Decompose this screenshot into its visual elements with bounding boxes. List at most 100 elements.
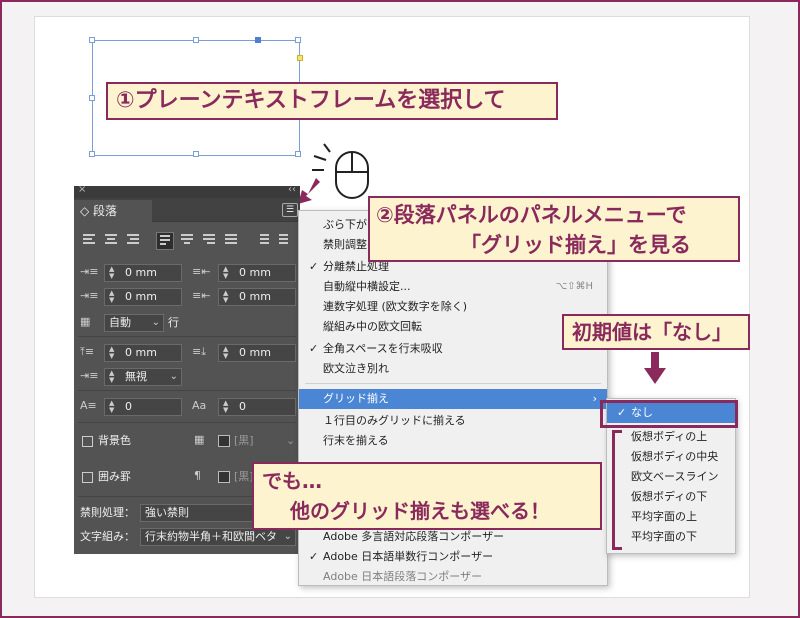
align-left-button[interactable] [80,232,98,250]
submenu-item[interactable]: 仮想ボディの上 [607,427,735,447]
space-before-icon: ⤒≡ [80,345,95,358]
menu-item[interactable]: Adobe 多言語対応段落コンポーザー [299,527,607,547]
align-away-spine-button[interactable] [276,232,294,250]
panel-titlebar[interactable]: × ‹‹ [74,184,300,198]
submenu-item[interactable]: 仮想ボディの中央 [607,447,735,467]
left-indent-icon: ⇥≡ [80,265,99,278]
color-swatch[interactable] [218,435,230,447]
submenu-item-label: 平均字面の下 [631,530,697,543]
menu-item-label: 全角スペースを行末吸収 [323,342,443,355]
justify-center-button[interactable] [178,232,196,250]
highlight-outline [600,400,738,428]
collapse-icon[interactable]: ‹‹ [288,184,296,195]
last-line-indent-icon: ≡⇤ [192,289,211,302]
chevron-down-icon[interactable]: ⌄ [286,434,295,448]
lines-unit-label: 行 [168,316,179,329]
submenu-item-label: 仮想ボディの上 [631,430,708,443]
callout-step2: ②段落パネルのパネルメニューで 「グリッド揃え」を見る [368,196,740,262]
select-value: 強い禁則 [145,506,189,519]
resize-handle[interactable] [89,37,95,43]
align-center-button[interactable] [102,232,120,250]
divider [78,336,296,337]
color-swatch[interactable] [218,471,230,483]
submenu-item[interactable]: 平均字面の下 [607,527,735,547]
menu-item[interactable]: 自動縦中横設定... ⌥⇧⌘H [299,277,607,297]
last-line-indent-field[interactable]: ▲ ▼ 0 mm [218,288,296,306]
justify-all-button[interactable] [222,232,240,250]
mojikumi-select[interactable]: 行末約物半角＋和欧間ベタ ⌄ [140,528,296,546]
align-right-button[interactable] [124,232,142,250]
justify-right-button[interactable] [200,232,218,250]
callout-step1: ①プレーンテキストフレームを選択して [106,82,558,120]
resize-handle[interactable] [295,37,301,43]
chevron-down-icon: ⌄ [283,531,292,542]
alignment-buttons [80,232,296,250]
menu-item[interactable]: ✓ Adobe 日本語単数行コンポーザー [299,547,607,567]
submenu-item-label: 欧文ベースライン [631,470,719,483]
field-value: 0 mm [125,266,157,279]
lines-select[interactable]: 自動 ⌄ [104,314,164,332]
resize-handle[interactable] [255,37,261,43]
callout-note: でも… 他のグリッド揃えも選べる！ [252,462,602,530]
callout-default: 初期値は「なし」 [562,314,750,350]
grid-lines-icon: ▦ [80,315,91,328]
border-settings-icon[interactable]: ¶ [194,468,212,484]
submenu-item[interactable]: 欧文ベースライン [607,467,735,487]
chevron-down-icon: ⌄ [151,317,160,328]
chevron-right-icon: › [592,392,597,405]
frame-border-checkbox[interactable] [82,472,93,483]
menu-item-label: Adobe 日本語単数行コンポーザー [323,550,494,563]
select-value: 行末約物半角＋和欧間ベタ [145,530,277,543]
menu-item[interactable]: 欧文泣き別れ [299,359,607,379]
menu-item[interactable]: Adobe 日本語段落コンポーザー [299,567,607,587]
kinsoku-label: 禁則処理： [80,506,135,519]
callout-text: 初期値は「なし」 [572,320,732,344]
menu-item-label: 自動縦中横設定... [323,280,411,293]
menu-item-label: Adobe 日本語段落コンポーザー [323,570,483,583]
menu-item-grid-alignment[interactable]: グリッド揃え › [299,389,607,409]
resize-handle[interactable] [89,151,95,157]
submenu-item[interactable]: 平均字面の上 [607,507,735,527]
select-value: 無視 [125,370,147,383]
space-after-field[interactable]: ▲ ▼ 0 mm [218,344,296,362]
checkmark-icon: ✓ [309,550,319,563]
frame-border-label: 囲み罫 [98,470,131,483]
menu-item[interactable]: ✓ 全角スペースを行末吸収 [299,339,607,359]
background-color-checkbox[interactable] [82,436,93,447]
resize-handle[interactable] [295,151,301,157]
mojikumi-label: 文字組み： [80,530,135,543]
corner-option-handle[interactable] [297,55,303,61]
menu-item[interactable]: 縦組み中の欧文回転 [299,317,607,337]
justify-left-button[interactable] [156,232,174,250]
resize-handle[interactable] [89,95,95,101]
drop-cap-lines-field[interactable]: ▲ ▼ 0 [104,398,182,416]
submenu-item[interactable]: 仮想ボディの下 [607,487,735,507]
menu-item-label: 縦組み中の欧文回転 [323,320,422,333]
right-indent-field[interactable]: ▲ ▼ 0 mm [218,264,296,282]
menu-separator [305,383,601,384]
grid-ignore-icon: ⇥≡ [80,369,99,382]
drop-cap-chars-field[interactable]: ▲ ▼ 0 [218,398,296,416]
grid-ignore-select[interactable]: ▲ ▼ 無視 ⌄ [104,368,182,386]
resize-handle[interactable] [193,151,199,157]
left-indent-field[interactable]: ▲ ▼ 0 mm [104,264,182,282]
menu-item[interactable]: 行末を揃える [299,431,607,451]
down-arrow-icon [644,352,666,384]
shading-settings-icon[interactable]: ▦ [194,432,212,448]
callout-text: ②段落パネルのパネルメニューで [376,203,687,227]
resize-handle[interactable] [193,37,199,43]
checkmark-icon: ✓ [309,342,319,355]
space-after-icon: ≡⤓ [192,345,207,358]
menu-item[interactable]: １行目のみグリッドに揃える [299,411,607,431]
panel-menu-icon[interactable]: ☰ [282,203,298,217]
align-toward-spine-button[interactable] [254,232,272,250]
tab-paragraph[interactable]: ◇ 段落 [74,200,152,222]
menu-item[interactable]: 連数字処理 (欧文数字を除く) [299,297,607,317]
submenu-item-label: 仮想ボディの中央 [631,450,719,463]
close-icon[interactable]: × [78,184,86,195]
space-before-field[interactable]: ▲ ▼ 0 mm [104,344,182,362]
callout-text: 他のグリッド揃えも選べる！ [290,499,550,523]
first-line-indent-field[interactable]: ▲ ▼ 0 mm [104,288,182,306]
menu-item-label: １行目のみグリッドに揃える [323,414,466,427]
select-value: 自動 [109,316,131,329]
